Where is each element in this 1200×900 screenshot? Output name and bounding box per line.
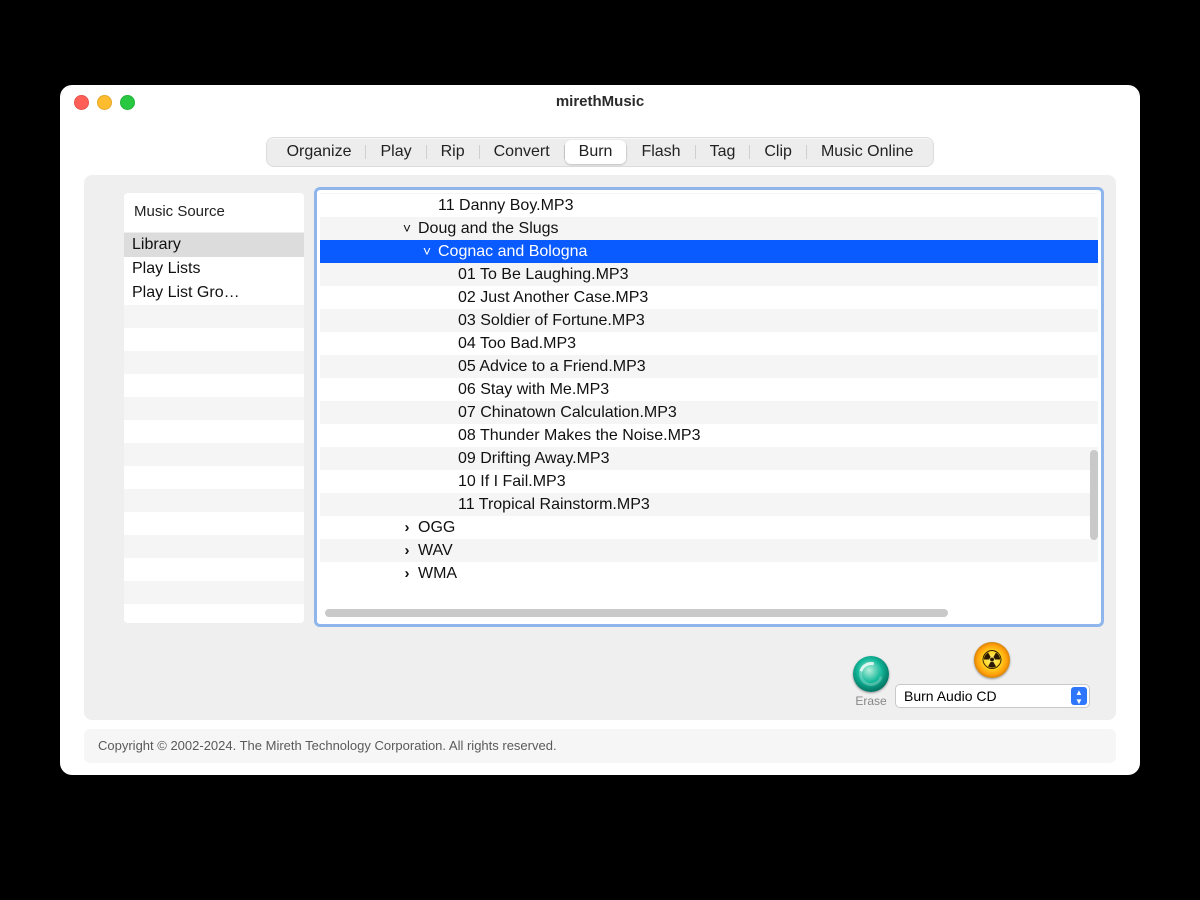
horizontal-scrollbar-thumb[interactable] (325, 609, 948, 617)
tree-row-label: 07 Chinatown Calculation.MP3 (458, 401, 677, 424)
burn-icon[interactable] (974, 642, 1010, 678)
chevron-right-icon[interactable] (400, 562, 414, 586)
tree-row-label: 11 Tropical Rainstorm.MP3 (458, 493, 650, 516)
tree-row[interactable]: 08 Thunder Makes the Noise.MP3 (320, 424, 1098, 447)
tree-row[interactable]: OGG (320, 516, 1098, 539)
burn-group: Burn Audio CD ▲▼ (892, 642, 1092, 708)
sidebar-item-play-lists[interactable]: Play Lists (124, 257, 304, 281)
tree-row[interactable]: 02 Just Another Case.MP3 (320, 286, 1098, 309)
sidebar-empty-row (124, 351, 304, 374)
tree-row-label: WAV (418, 539, 453, 562)
tab-rip[interactable]: Rip (427, 140, 479, 164)
tree-row[interactable]: 06 Stay with Me.MP3 (320, 378, 1098, 401)
tab-tag[interactable]: Tag (696, 140, 750, 164)
tree-row-label: 01 To Be Laughing.MP3 (458, 263, 629, 286)
sidebar-empty-row (124, 489, 304, 512)
sidebar-empty-row (124, 420, 304, 443)
tree-row[interactable]: Cognac and Bologna (320, 240, 1098, 263)
tree-row[interactable]: 05 Advice to a Friend.MP3 (320, 355, 1098, 378)
chevron-down-icon[interactable] (400, 217, 414, 241)
tab-clip[interactable]: Clip (750, 140, 806, 164)
chevron-right-icon[interactable] (400, 539, 414, 563)
sidebar-header: Music Source (124, 193, 304, 233)
tree-row[interactable]: 11 Tropical Rainstorm.MP3 (320, 493, 1098, 516)
sidebar-empty-row (124, 558, 304, 581)
tab-flash[interactable]: Flash (627, 140, 694, 164)
sidebar-empty-row (124, 305, 304, 328)
tree-row-label: Doug and the Slugs (418, 217, 559, 240)
tree-row-label: 06 Stay with Me.MP3 (458, 378, 609, 401)
tab-convert[interactable]: Convert (480, 140, 564, 164)
tab-burn[interactable]: Burn (565, 140, 627, 164)
toolbar: OrganizePlayRipConvertBurnFlashTagClipMu… (60, 115, 1140, 171)
tree-row-label: 05 Advice to a Friend.MP3 (458, 355, 646, 378)
window-title: mirethMusic (60, 93, 1140, 110)
horizontal-scrollbar[interactable] (325, 609, 1085, 617)
erase-label: Erase (846, 694, 896, 708)
chevron-down-icon[interactable] (420, 240, 434, 264)
tree-row-label: 02 Just Another Case.MP3 (458, 286, 648, 309)
tree-row[interactable]: 04 Too Bad.MP3 (320, 332, 1098, 355)
tree-row[interactable]: Doug and the Slugs (320, 217, 1098, 240)
erase-icon[interactable] (853, 656, 889, 692)
tree-row[interactable]: 10 If I Fail.MP3 (320, 470, 1098, 493)
main-panel: Music Source LibraryPlay ListsPlay List … (84, 175, 1116, 720)
titlebar: mirethMusic (60, 85, 1140, 115)
tree-row[interactable]: 07 Chinatown Calculation.MP3 (320, 401, 1098, 424)
tree-row-label: 08 Thunder Makes the Noise.MP3 (458, 424, 701, 447)
tree-row-label: Cognac and Bologna (438, 240, 587, 263)
copyright-text: Copyright © 2002-2024. The Mireth Techno… (98, 738, 557, 753)
vertical-scrollbar[interactable] (1090, 450, 1098, 540)
footer: Copyright © 2002-2024. The Mireth Techno… (84, 729, 1116, 763)
burn-mode-select[interactable]: Burn Audio CD ▲▼ (895, 684, 1090, 708)
chevron-right-icon[interactable] (400, 516, 414, 540)
sidebar-empty-row (124, 397, 304, 420)
sidebar-empty-row (124, 374, 304, 397)
tab-play[interactable]: Play (366, 140, 425, 164)
erase-group: Erase (846, 656, 896, 708)
tab-music-online[interactable]: Music Online (807, 140, 927, 164)
tree-row-label: 09 Drifting Away.MP3 (458, 447, 609, 470)
sidebar-empty-row (124, 512, 304, 535)
tab-bar: OrganizePlayRipConvertBurnFlashTagClipMu… (266, 137, 935, 167)
sidebar-empty-row (124, 604, 304, 623)
tree-row-label: 10 If I Fail.MP3 (458, 470, 566, 493)
file-tree[interactable]: 10 I'm Satisfied.MP311 Danny Boy.MP3Doug… (320, 193, 1098, 621)
sidebar-item-library[interactable]: Library (124, 233, 304, 257)
file-tree-pane: 10 I'm Satisfied.MP311 Danny Boy.MP3Doug… (314, 187, 1104, 627)
tree-row[interactable]: WMA (320, 562, 1098, 585)
tree-row[interactable]: 11 Danny Boy.MP3 (320, 194, 1098, 217)
tree-row[interactable]: 01 To Be Laughing.MP3 (320, 263, 1098, 286)
sidebar-empty-row (124, 328, 304, 351)
music-source-sidebar: Music Source LibraryPlay ListsPlay List … (124, 193, 304, 623)
tree-row-label: OGG (418, 516, 455, 539)
sidebar-item-play-list-gro[interactable]: Play List Gro… (124, 281, 304, 305)
sidebar-empty-row (124, 581, 304, 604)
burn-mode-value: Burn Audio CD (904, 688, 997, 704)
app-window: mirethMusic OrganizePlayRipConvertBurnFl… (60, 85, 1140, 775)
tab-organize[interactable]: Organize (273, 140, 366, 164)
select-stepper-icon: ▲▼ (1071, 687, 1087, 705)
tree-row-label: 11 Danny Boy.MP3 (438, 194, 573, 217)
sidebar-empty-row (124, 466, 304, 489)
tree-row-label: WMA (418, 562, 457, 585)
tree-row[interactable]: 03 Soldier of Fortune.MP3 (320, 309, 1098, 332)
sidebar-empty-row (124, 535, 304, 558)
tree-row-label: 03 Soldier of Fortune.MP3 (458, 309, 645, 332)
tree-row-label: 04 Too Bad.MP3 (458, 332, 576, 355)
sidebar-empty-row (124, 443, 304, 466)
tree-row[interactable]: 09 Drifting Away.MP3 (320, 447, 1098, 470)
tree-row[interactable]: WAV (320, 539, 1098, 562)
